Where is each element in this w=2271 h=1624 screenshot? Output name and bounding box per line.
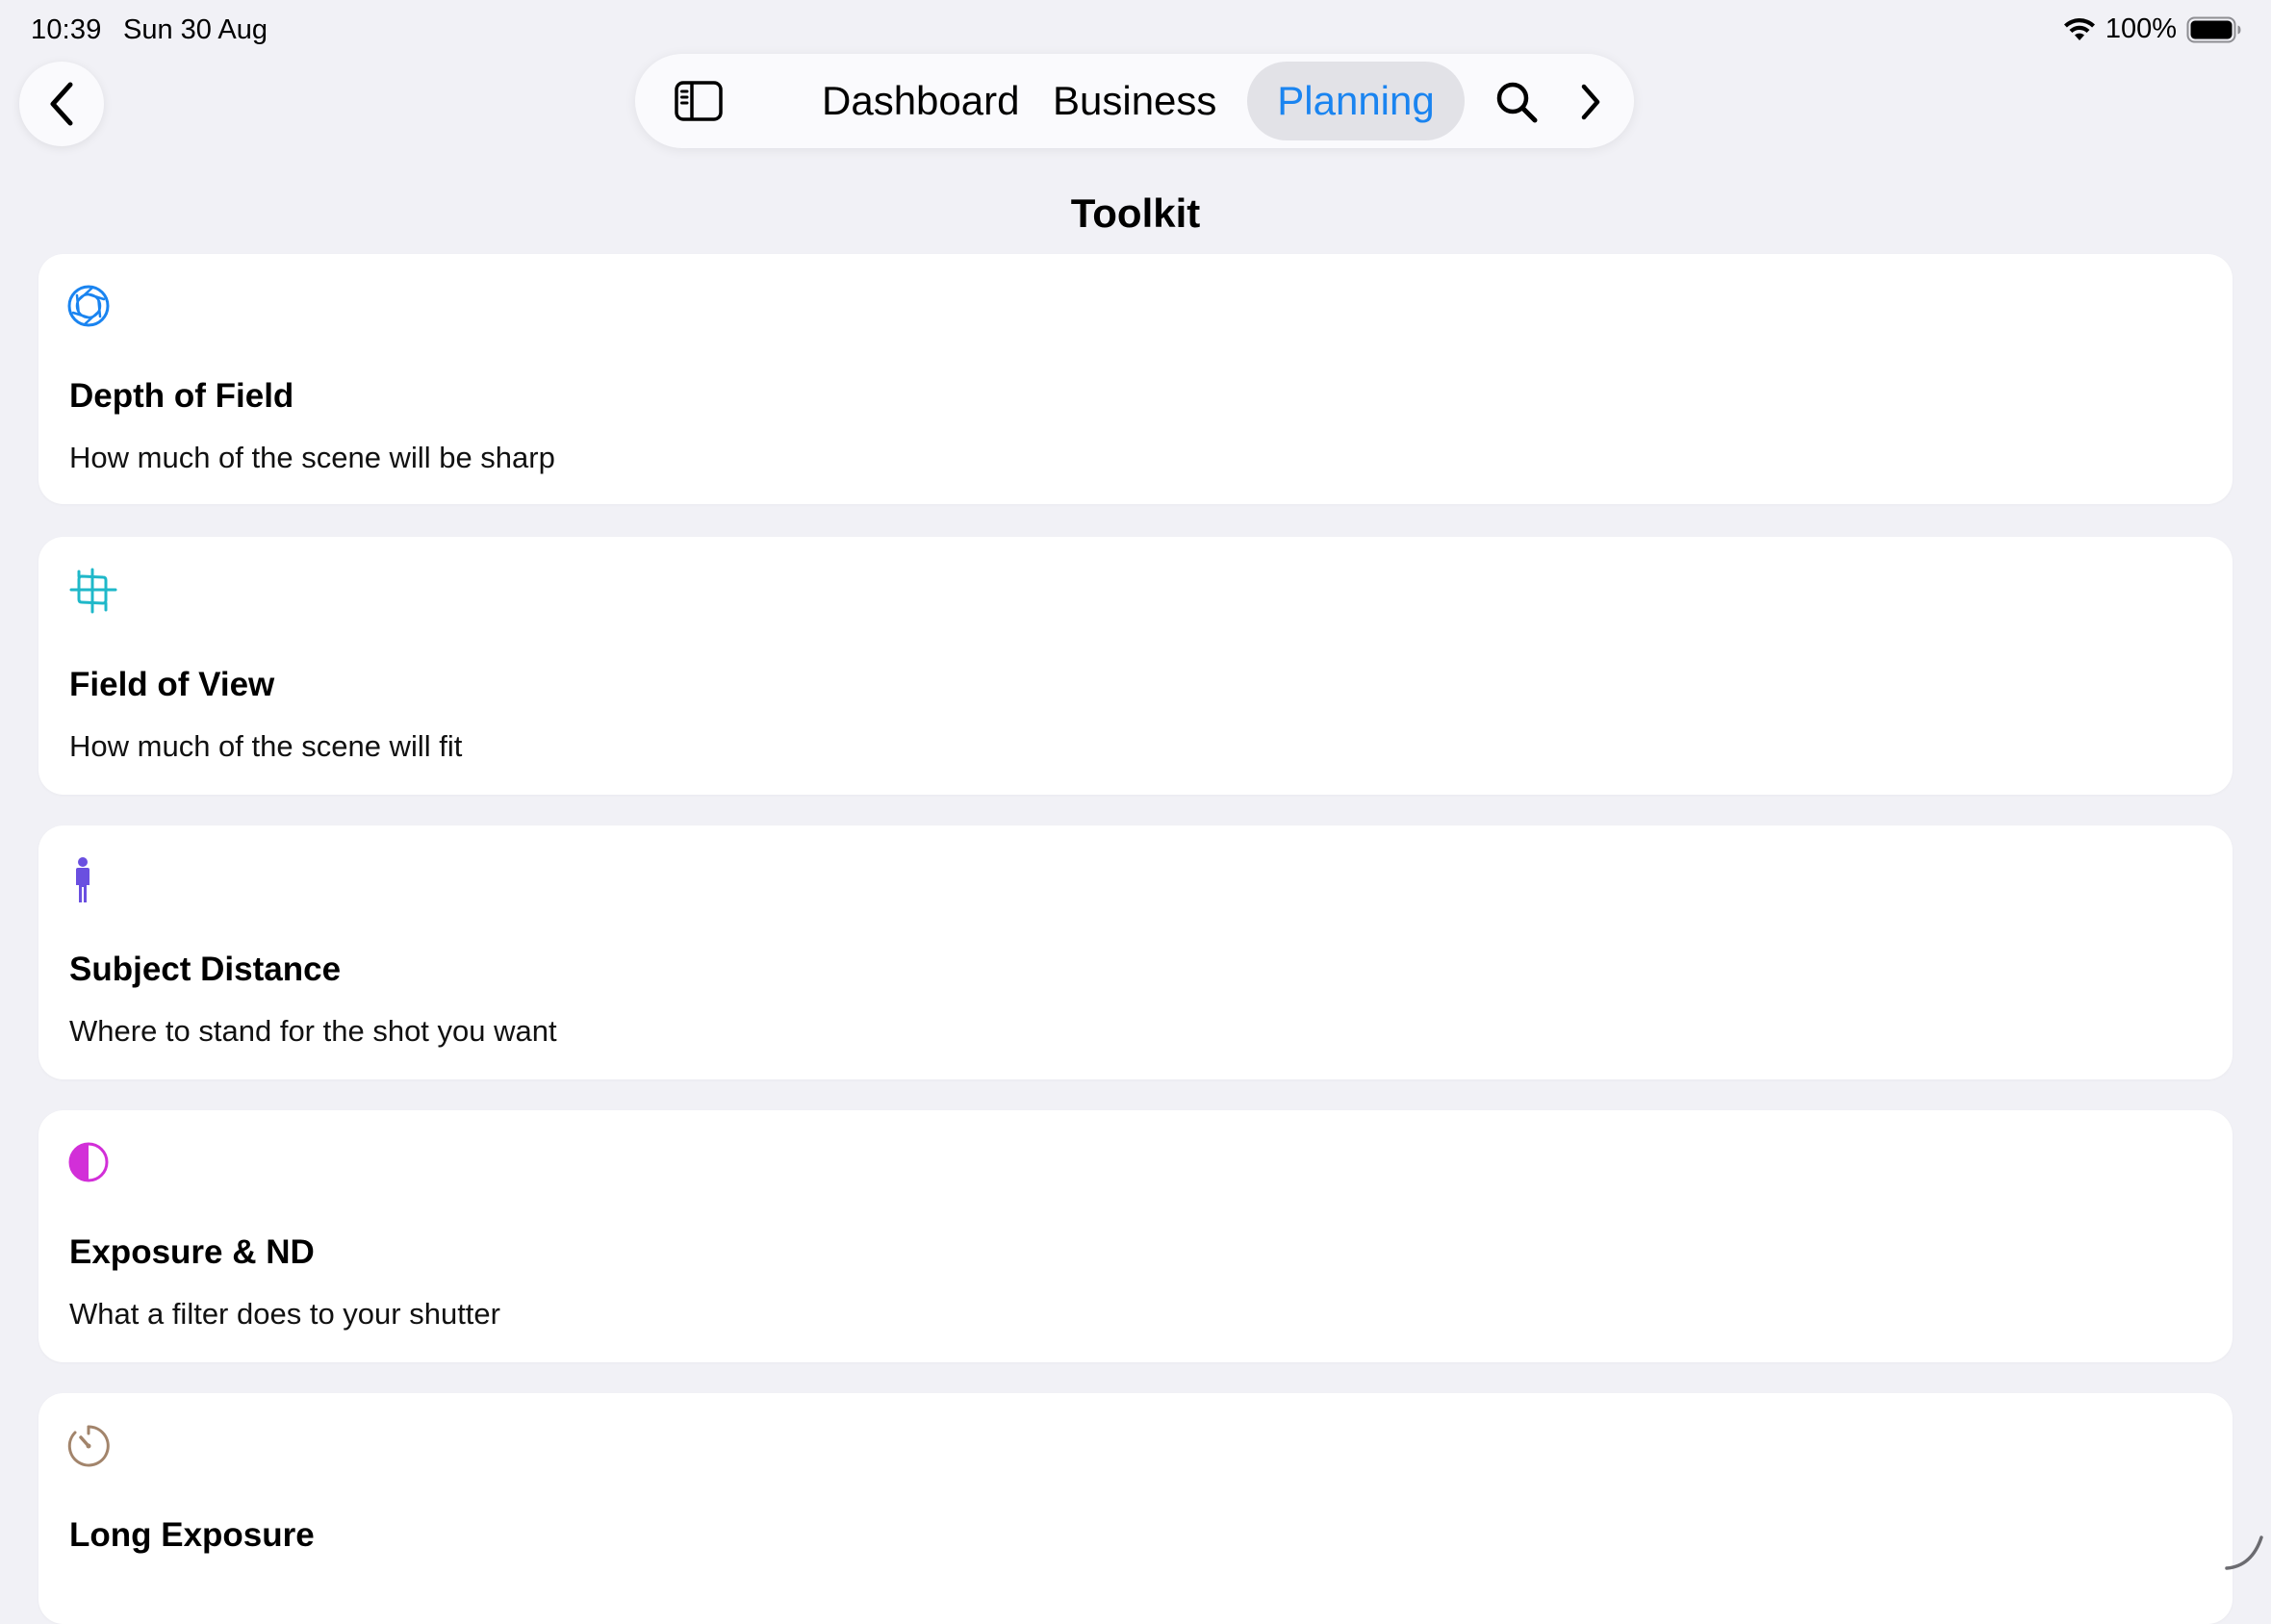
- status-bar: 10:39 Sun 30 Aug 100%: [0, 0, 2271, 60]
- battery-icon: [2186, 16, 2242, 43]
- half-circle-icon: [67, 1141, 117, 1191]
- tool-subtitle: How much of the scene will fit: [69, 729, 462, 764]
- status-indicators: 100%: [2063, 13, 2242, 45]
- top-navigation-bar: Dashboard Business Planning: [635, 54, 1634, 148]
- tool-subtitle: What a filter does to your shutter: [69, 1297, 500, 1332]
- tool-title: Field of View: [69, 666, 274, 704]
- tool-card-exposure-nd[interactable]: Exposure & ND What a filter does to your…: [38, 1110, 2233, 1362]
- timer-icon: [67, 1424, 117, 1474]
- tool-title: Subject Distance: [69, 951, 341, 989]
- aperture-icon: [67, 285, 117, 335]
- search-icon: [1493, 79, 1540, 125]
- tool-card-field-of-view[interactable]: Field of View How much of the scene will…: [38, 537, 2233, 795]
- tool-title: Exposure & ND: [69, 1233, 315, 1272]
- sidebar-toggle-icon: [674, 77, 724, 125]
- page-title: Toolkit: [0, 190, 2271, 237]
- search-button[interactable]: [1493, 79, 1540, 125]
- tool-subtitle: Where to stand for the shot you want: [69, 1014, 557, 1049]
- tool-subtitle: How much of the scene will be sharp: [69, 441, 555, 475]
- tool-card-subject-distance[interactable]: Subject Distance Where to stand for the …: [38, 825, 2233, 1079]
- tool-card-long-exposure[interactable]: Long Exposure: [38, 1393, 2233, 1624]
- crop-frame-icon: [67, 568, 117, 618]
- tool-title: Depth of Field: [69, 377, 293, 416]
- chevron-left-icon: [46, 81, 77, 127]
- chevron-right-icon: [1574, 81, 1605, 123]
- tab-planning[interactable]: Planning: [1247, 62, 1465, 140]
- next-button[interactable]: [1574, 81, 1605, 123]
- tool-card-depth-of-field[interactable]: Depth of Field How much of the scene wil…: [38, 254, 2233, 504]
- status-date: Sun 30 Aug: [123, 14, 268, 46]
- tab-business[interactable]: Business: [1024, 62, 1245, 140]
- tool-title: Long Exposure: [69, 1516, 315, 1555]
- sidebar-toggle-button[interactable]: [674, 77, 724, 125]
- tab-dashboard[interactable]: Dashboard: [793, 62, 1048, 140]
- person-icon: [67, 856, 117, 906]
- battery-percent: 100%: [2105, 13, 2177, 45]
- window-resize-handle[interactable]: [2223, 1530, 2265, 1572]
- wifi-icon: [2063, 17, 2096, 42]
- status-time: 10:39: [31, 14, 102, 46]
- back-button[interactable]: [19, 62, 104, 146]
